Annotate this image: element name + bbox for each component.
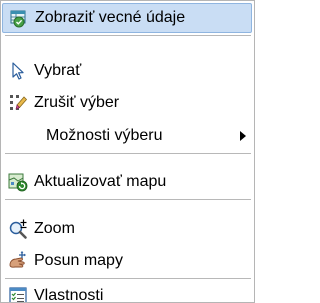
context-menu: Zobraziť vecné údaje Vybrať Zrušiť výber bbox=[0, 0, 255, 303]
menu-item-label: Vlastnosti bbox=[34, 287, 104, 303]
select-arrow-icon bbox=[8, 61, 28, 81]
menu-item-show-attributes[interactable]: Zobraziť vecné údaje bbox=[2, 3, 252, 33]
properties-icon bbox=[8, 286, 28, 302]
menu-item-label: Zoom bbox=[34, 220, 75, 237]
menu-item-label: Zobraziť vecné údaje bbox=[35, 9, 186, 26]
refresh-map-icon bbox=[8, 172, 28, 192]
table-view-icon bbox=[9, 8, 29, 28]
menu-item-label: Posun mapy bbox=[34, 252, 123, 269]
menu-separator bbox=[5, 153, 251, 154]
menu-item-zoom[interactable]: Zoom bbox=[2, 214, 252, 244]
zoom-icon bbox=[8, 219, 28, 239]
menu-item-label: Aktualizovať mapu bbox=[34, 173, 167, 190]
submenu-arrow-icon bbox=[240, 131, 246, 141]
menu-item-selection-options[interactable]: Možnosti výberu bbox=[2, 121, 252, 151]
menu-item-select[interactable]: Vybrať bbox=[2, 56, 252, 86]
menu-item-properties[interactable]: Vlastnosti bbox=[2, 285, 252, 303]
menu-separator bbox=[5, 199, 251, 200]
menu-separator bbox=[5, 278, 251, 279]
menu-item-clear-selection[interactable]: Zrušiť výber bbox=[2, 88, 252, 118]
menu-item-pan-map[interactable]: Posun mapy bbox=[2, 246, 252, 276]
clear-selection-icon bbox=[8, 93, 28, 113]
menu-item-label: Vybrať bbox=[34, 62, 82, 79]
menu-item-label: Zrušiť výber bbox=[34, 94, 120, 111]
pan-hand-icon bbox=[8, 251, 28, 271]
menu-item-refresh-map[interactable]: Aktualizovať mapu bbox=[2, 167, 252, 197]
menu-separator bbox=[5, 35, 251, 36]
menu-item-label: Možnosti výberu bbox=[46, 127, 163, 144]
